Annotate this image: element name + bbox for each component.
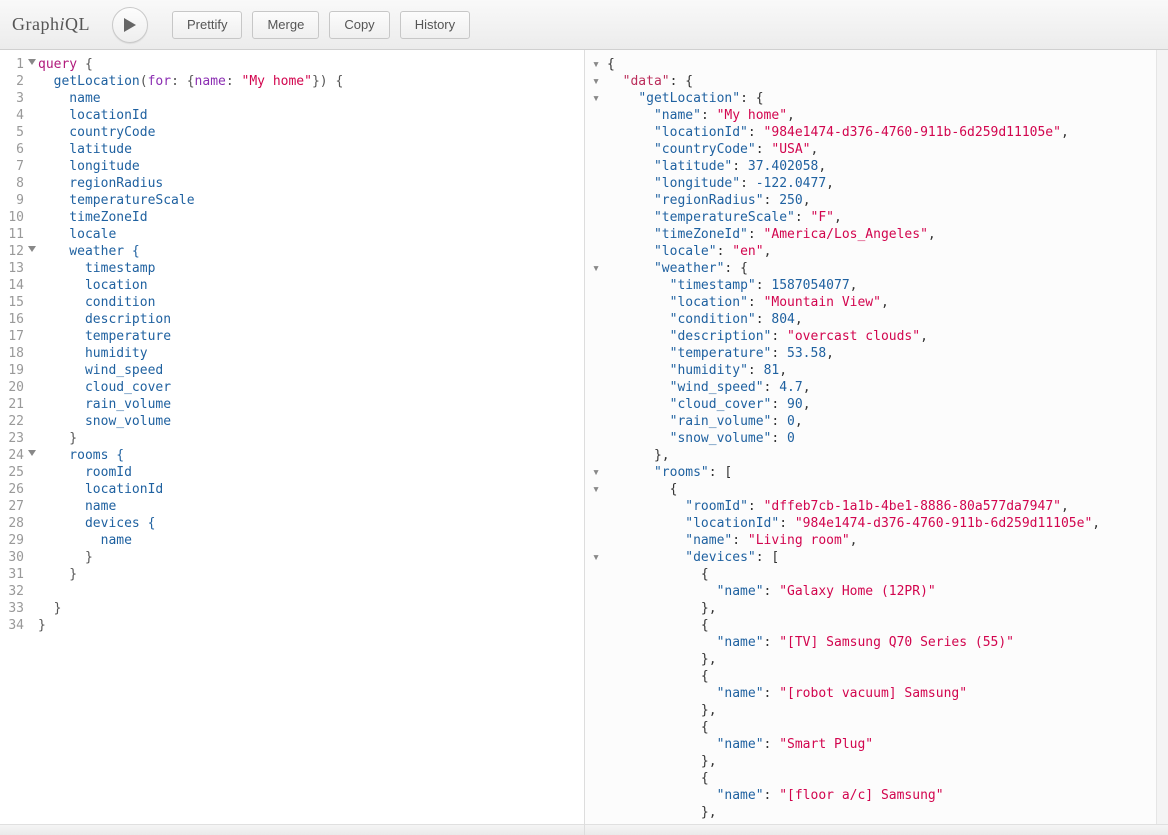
line-number: 20	[0, 379, 34, 396]
line-number: 24	[0, 447, 34, 464]
field: timeZoneId	[38, 210, 148, 225]
field: humidity	[38, 346, 148, 361]
arg-name: for	[148, 74, 171, 89]
string-literal: "My home"	[242, 74, 312, 89]
copy-button[interactable]: Copy	[329, 11, 389, 39]
field: locationId	[38, 108, 148, 123]
line-number: 14	[0, 277, 34, 294]
fold-icon[interactable]	[28, 450, 36, 456]
field: location	[38, 278, 148, 293]
prettify-button[interactable]: Prettify	[172, 11, 242, 39]
line-number: 12	[0, 243, 34, 260]
line-number: 2	[0, 73, 34, 90]
line-number: 26	[0, 481, 34, 498]
line-number: 4	[0, 107, 34, 124]
fold-icon[interactable]: ▾	[585, 73, 607, 90]
field: cloud_cover	[38, 380, 171, 395]
field: locationId	[38, 482, 163, 497]
field: getLocation	[54, 74, 140, 89]
line-number: 33	[0, 600, 34, 617]
fold-icon[interactable]: ▾	[585, 549, 607, 566]
field: temperatureScale	[38, 193, 195, 208]
line-number: 1	[0, 56, 34, 73]
line-gutter: 1234567891011121314151617181920212223242…	[0, 56, 38, 634]
line-number: 15	[0, 294, 34, 311]
fold-icon[interactable]	[28, 59, 36, 65]
line-number: 27	[0, 498, 34, 515]
line-number: 23	[0, 430, 34, 447]
line-number: 34	[0, 617, 34, 634]
field: name	[38, 91, 101, 106]
field: latitude	[38, 142, 132, 157]
field: condition	[38, 295, 155, 310]
field: snow_volume	[38, 414, 171, 429]
result-fold-gutter: ▾▾▾ ▾ ▾▾ ▾	[585, 56, 607, 821]
line-number: 8	[0, 175, 34, 192]
field: rooms {	[38, 448, 124, 463]
line-number: 16	[0, 311, 34, 328]
line-number: 28	[0, 515, 34, 532]
fold-icon[interactable]: ▾	[585, 90, 607, 107]
field: wind_speed	[38, 363, 163, 378]
line-number: 3	[0, 90, 34, 107]
line-number: 10	[0, 209, 34, 226]
field: rain_volume	[38, 397, 171, 412]
field: temperature	[38, 329, 171, 344]
line-number: 31	[0, 566, 34, 583]
fold-icon[interactable]: ▾	[585, 260, 607, 277]
editor-footer	[0, 824, 584, 835]
line-number: 19	[0, 362, 34, 379]
workspace: 1234567891011121314151617181920212223242…	[0, 50, 1168, 835]
line-number: 6	[0, 141, 34, 158]
field: countryCode	[38, 125, 155, 140]
line-number: 9	[0, 192, 34, 209]
query-editor-pane: 1234567891011121314151617181920212223242…	[0, 50, 585, 835]
scrollbar-track[interactable]	[1156, 50, 1168, 824]
field: timestamp	[38, 261, 155, 276]
field: longitude	[38, 159, 140, 174]
field: name	[38, 499, 116, 514]
line-number: 21	[0, 396, 34, 413]
toolbar: GraphiQL Prettify Merge Copy History	[0, 0, 1168, 50]
field: locale	[38, 227, 116, 242]
line-number: 29	[0, 532, 34, 549]
app-logo: GraphiQL	[12, 14, 90, 35]
line-number: 7	[0, 158, 34, 175]
line-number: 25	[0, 464, 34, 481]
line-number: 5	[0, 124, 34, 141]
field: devices {	[38, 516, 155, 531]
arg-name: name	[195, 74, 226, 89]
line-number: 22	[0, 413, 34, 430]
result-pane: ▾▾▾ ▾ ▾▾ ▾ { "data": { "getLocation": { …	[585, 50, 1168, 835]
field: roomId	[38, 465, 132, 480]
field: weather {	[38, 244, 140, 259]
play-icon	[123, 17, 137, 33]
field: name	[38, 533, 132, 548]
merge-button[interactable]: Merge	[252, 11, 319, 39]
fold-icon[interactable]	[28, 246, 36, 252]
history-button[interactable]: History	[400, 11, 470, 39]
fold-icon[interactable]: ▾	[585, 464, 607, 481]
line-number: 13	[0, 260, 34, 277]
fold-icon[interactable]: ▾	[585, 56, 607, 73]
field: regionRadius	[38, 176, 163, 191]
line-number: 17	[0, 328, 34, 345]
line-number: 30	[0, 549, 34, 566]
line-number: 11	[0, 226, 34, 243]
fold-icon[interactable]: ▾	[585, 481, 607, 498]
keyword: query	[38, 57, 77, 72]
run-button[interactable]	[112, 7, 148, 43]
line-number: 18	[0, 345, 34, 362]
line-number: 32	[0, 583, 34, 600]
result-footer	[585, 824, 1168, 835]
result-viewer[interactable]: { "data": { "getLocation": { "name": "My…	[607, 56, 1168, 821]
query-editor[interactable]: query { getLocation(for: {name: "My home…	[38, 56, 584, 634]
field: description	[38, 312, 171, 327]
